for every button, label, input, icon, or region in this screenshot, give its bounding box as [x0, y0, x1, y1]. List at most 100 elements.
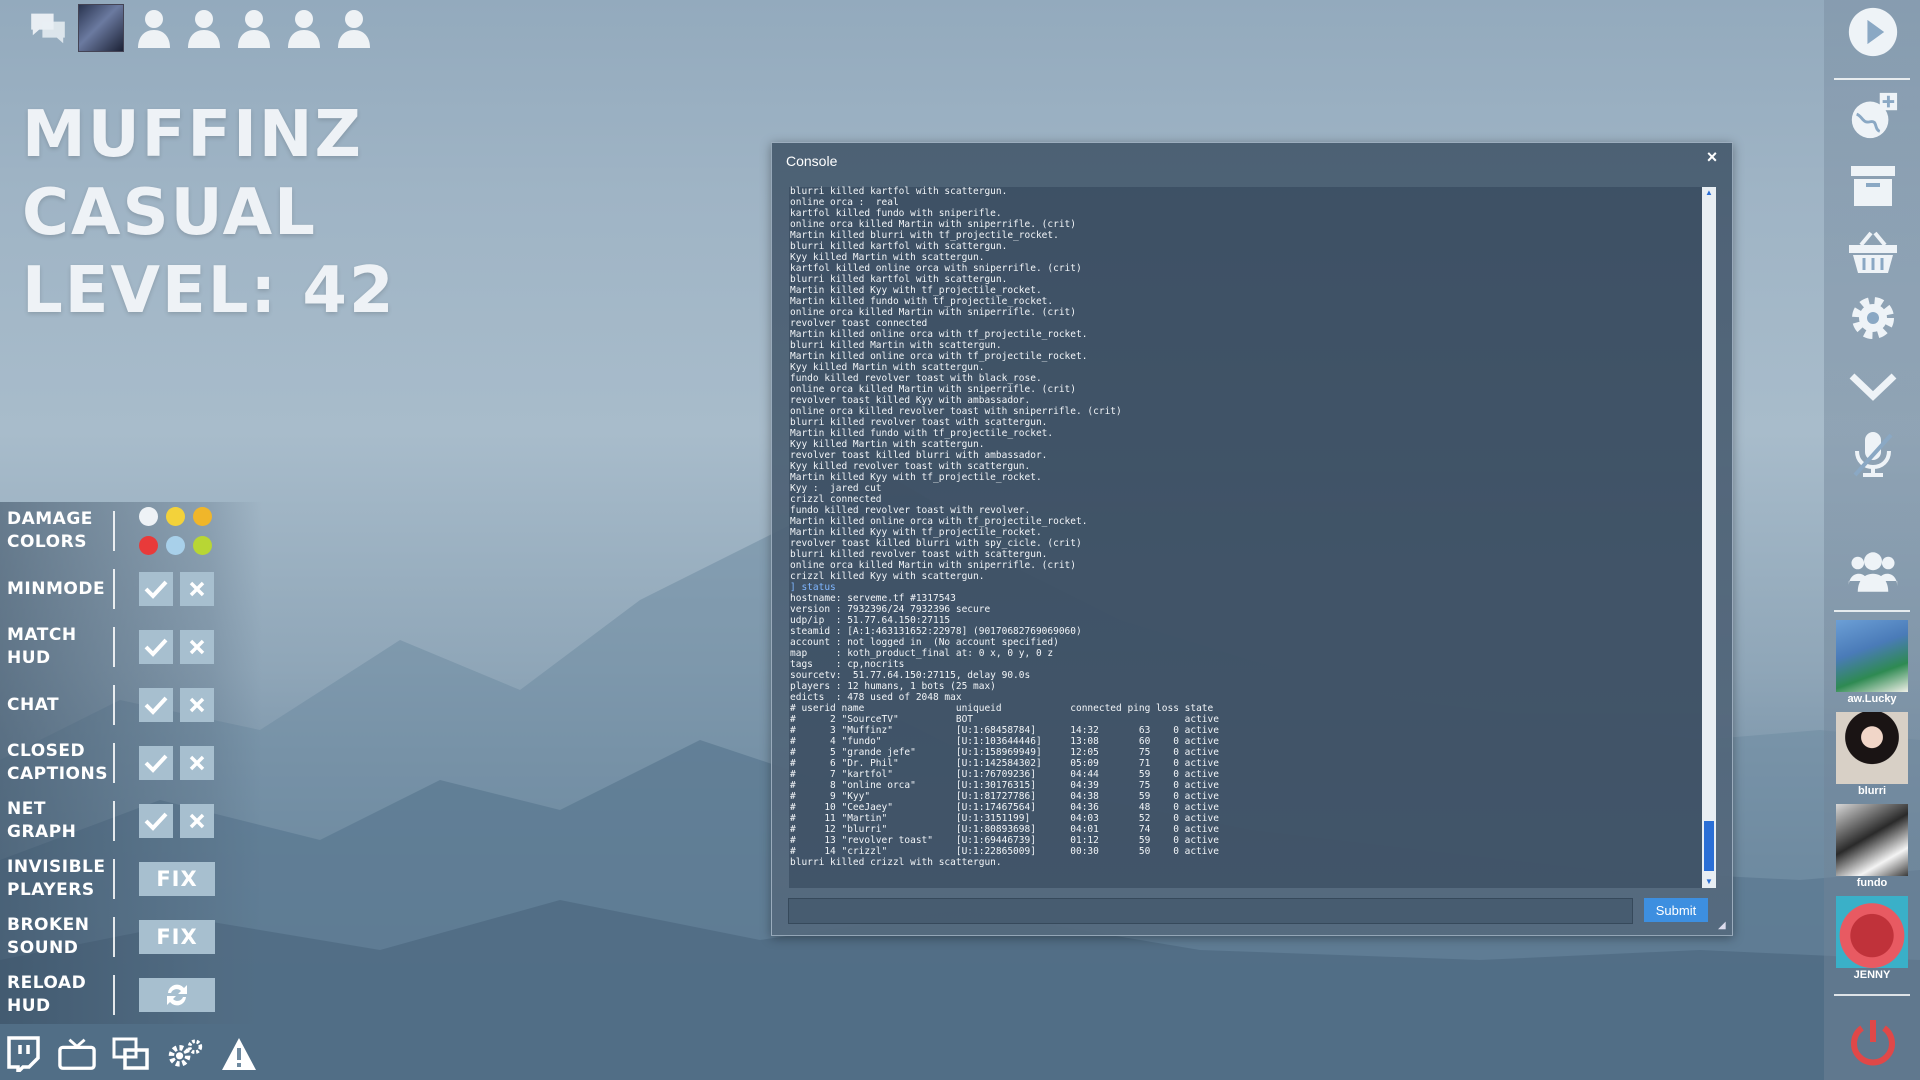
- console-line: udp/ip : 51.77.64.150:27115: [790, 615, 951, 626]
- color-swatch-yellow[interactable]: [166, 507, 185, 526]
- setting-closed-captions: CLOSED CAPTIONS: [0, 734, 262, 792]
- color-swatch-red[interactable]: [139, 536, 158, 555]
- party-slot-icon[interactable]: [284, 6, 324, 50]
- console-line: online orca killed revolver toast with s…: [790, 406, 1122, 417]
- disable-button[interactable]: [180, 746, 214, 780]
- friend-avatar: [1836, 620, 1908, 692]
- close-icon[interactable]: ×: [1702, 147, 1722, 169]
- console-line: Martin killed blurri with tf_projectile_…: [790, 230, 1059, 241]
- play-icon[interactable]: [1847, 6, 1899, 58]
- chevron-down-icon[interactable]: [1847, 360, 1899, 412]
- console-line: # 7 "kartfol" [U:1:76709236] 04:44 59 0 …: [790, 769, 1219, 780]
- console-line: crizzl killed Kyy with scattergun.: [790, 571, 985, 582]
- mic-muted-icon[interactable]: [1847, 428, 1899, 480]
- party-slot-icon[interactable]: [234, 6, 274, 50]
- friend-entry[interactable]: fundo: [1836, 804, 1908, 889]
- divider: [113, 917, 115, 957]
- console-line: Martin killed Kyy with tf_projectile_roc…: [790, 285, 1042, 296]
- disable-button[interactable]: [180, 688, 214, 722]
- enable-button[interactable]: [139, 804, 173, 838]
- profile-avatar[interactable]: [78, 4, 124, 52]
- bottom-toolbar: [4, 1034, 258, 1074]
- submit-button[interactable]: Submit: [1644, 898, 1708, 922]
- console-line: online orca killed Martin with sniperrif…: [790, 384, 1076, 395]
- console-line: Martin killed fundo with tf_projectile_r…: [790, 296, 1054, 307]
- console-line: # 13 "revolver toast" [U:1:69446739] 01:…: [790, 835, 1219, 846]
- scroll-thumb[interactable]: [1704, 821, 1714, 871]
- party-bar: [28, 4, 374, 52]
- console-line: players : 12 humans, 1 bots (25 max): [790, 681, 996, 692]
- console-line: # 14 "crizzl" [U:1:22865009] 00:30 50 0 …: [790, 846, 1219, 857]
- enable-button[interactable]: [139, 746, 173, 780]
- chat-icon[interactable]: [28, 6, 68, 50]
- resize-grip-icon[interactable]: ◢: [1718, 921, 1728, 931]
- console-line: Kyy killed Martin with scattergun.: [790, 439, 985, 450]
- twitch-icon[interactable]: [4, 1034, 42, 1074]
- console-title: Console: [786, 153, 838, 169]
- party-slot-icon[interactable]: [134, 6, 174, 50]
- color-swatch-white[interactable]: [139, 507, 158, 526]
- disable-button[interactable]: [180, 572, 214, 606]
- console-line: Kyy killed revolver toast with scattergu…: [790, 461, 1031, 472]
- reload-hud-button[interactable]: [139, 978, 215, 1012]
- console-line: # 8 "online orca" [U:1:30176315] 04:39 7…: [790, 780, 1219, 791]
- color-swatch-light-blue[interactable]: [166, 536, 185, 555]
- disable-button[interactable]: [180, 630, 214, 664]
- console-line: blurri killed crizzl with scattergun.: [790, 857, 1002, 868]
- friend-avatar: [1836, 712, 1908, 784]
- console-line: Martin killed online orca with tf_projec…: [790, 329, 1088, 340]
- console-line: tags : cp,nocrits: [790, 659, 905, 670]
- divider: [1834, 610, 1910, 612]
- party-slot-icon[interactable]: [334, 6, 374, 50]
- main-menu-rail: aw.Lucky blurri fundo JENNY: [1824, 0, 1920, 1080]
- party-slot-icon[interactable]: [184, 6, 224, 50]
- disable-button[interactable]: [180, 804, 214, 838]
- console-window[interactable]: Console × blurri killed kartfol with sca…: [771, 142, 1733, 936]
- console-line: kartfol killed fundo with sniperifle.: [790, 208, 1002, 219]
- store-basket-icon[interactable]: [1847, 226, 1899, 278]
- inventory-icon[interactable]: [1847, 160, 1899, 212]
- console-line: blurri killed revolver toast with scatte…: [790, 417, 1048, 428]
- setting-match-hud: MATCH HUD: [0, 618, 262, 676]
- friend-entry[interactable]: JENNY: [1836, 896, 1908, 981]
- console-line: map : koth_product_final at: 0 x, 0 y, 0…: [790, 648, 1054, 659]
- friends-icon[interactable]: [1847, 546, 1899, 598]
- color-swatch-lime[interactable]: [193, 536, 212, 555]
- advanced-settings-icon[interactable]: [166, 1034, 204, 1074]
- console-line: ] status: [790, 582, 836, 593]
- friend-avatar: [1836, 804, 1908, 876]
- refresh-icon: [167, 984, 187, 1006]
- console-line: # 4 "fundo" [U:1:103644446] 13:08 60 0 a…: [790, 736, 1219, 747]
- console-input-field[interactable]: [788, 898, 1633, 924]
- windows-icon[interactable]: [112, 1034, 150, 1074]
- player-level: LEVEL: 42: [22, 254, 396, 328]
- enable-button[interactable]: [139, 688, 173, 722]
- scroll-down-icon[interactable]: ▼: [1702, 876, 1716, 888]
- color-swatch-orange[interactable]: [193, 507, 212, 526]
- fix-broken-sound-button[interactable]: FIX: [139, 920, 215, 954]
- console-scrollbar[interactable]: ▲ ▼: [1702, 187, 1716, 888]
- divider: [113, 859, 115, 899]
- scroll-up-icon[interactable]: ▲: [1702, 187, 1716, 199]
- settings-gear-icon[interactable]: [1847, 292, 1899, 344]
- warning-icon[interactable]: [220, 1034, 258, 1074]
- console-command-input[interactable]: [789, 899, 1632, 923]
- friend-entry[interactable]: aw.Lucky: [1836, 620, 1908, 705]
- friend-name: blurri: [1857, 785, 1887, 797]
- console-line: Kyy killed Martin with scattergun.: [790, 362, 985, 373]
- friend-name: fundo: [1856, 877, 1888, 889]
- divider: [1834, 78, 1910, 80]
- console-line: revolver toast killed Kyy with ambassado…: [790, 395, 1031, 406]
- enable-button[interactable]: [139, 572, 173, 606]
- divider: [113, 685, 115, 725]
- console-line: revolver toast killed blurri with ambass…: [790, 450, 1048, 461]
- fix-invisible-players-button[interactable]: FIX: [139, 862, 215, 896]
- console-line: hostname: serveme.tf #1317543: [790, 593, 956, 604]
- console-line: revolver toast connected: [790, 318, 928, 329]
- tv-icon[interactable]: [58, 1034, 96, 1074]
- console-output: blurri killed kartfol with scattergun. on…: [790, 186, 1690, 886]
- create-server-icon[interactable]: [1847, 90, 1899, 142]
- power-icon[interactable]: [1847, 1016, 1899, 1068]
- enable-button[interactable]: [139, 630, 173, 664]
- friend-entry[interactable]: blurri: [1836, 712, 1908, 797]
